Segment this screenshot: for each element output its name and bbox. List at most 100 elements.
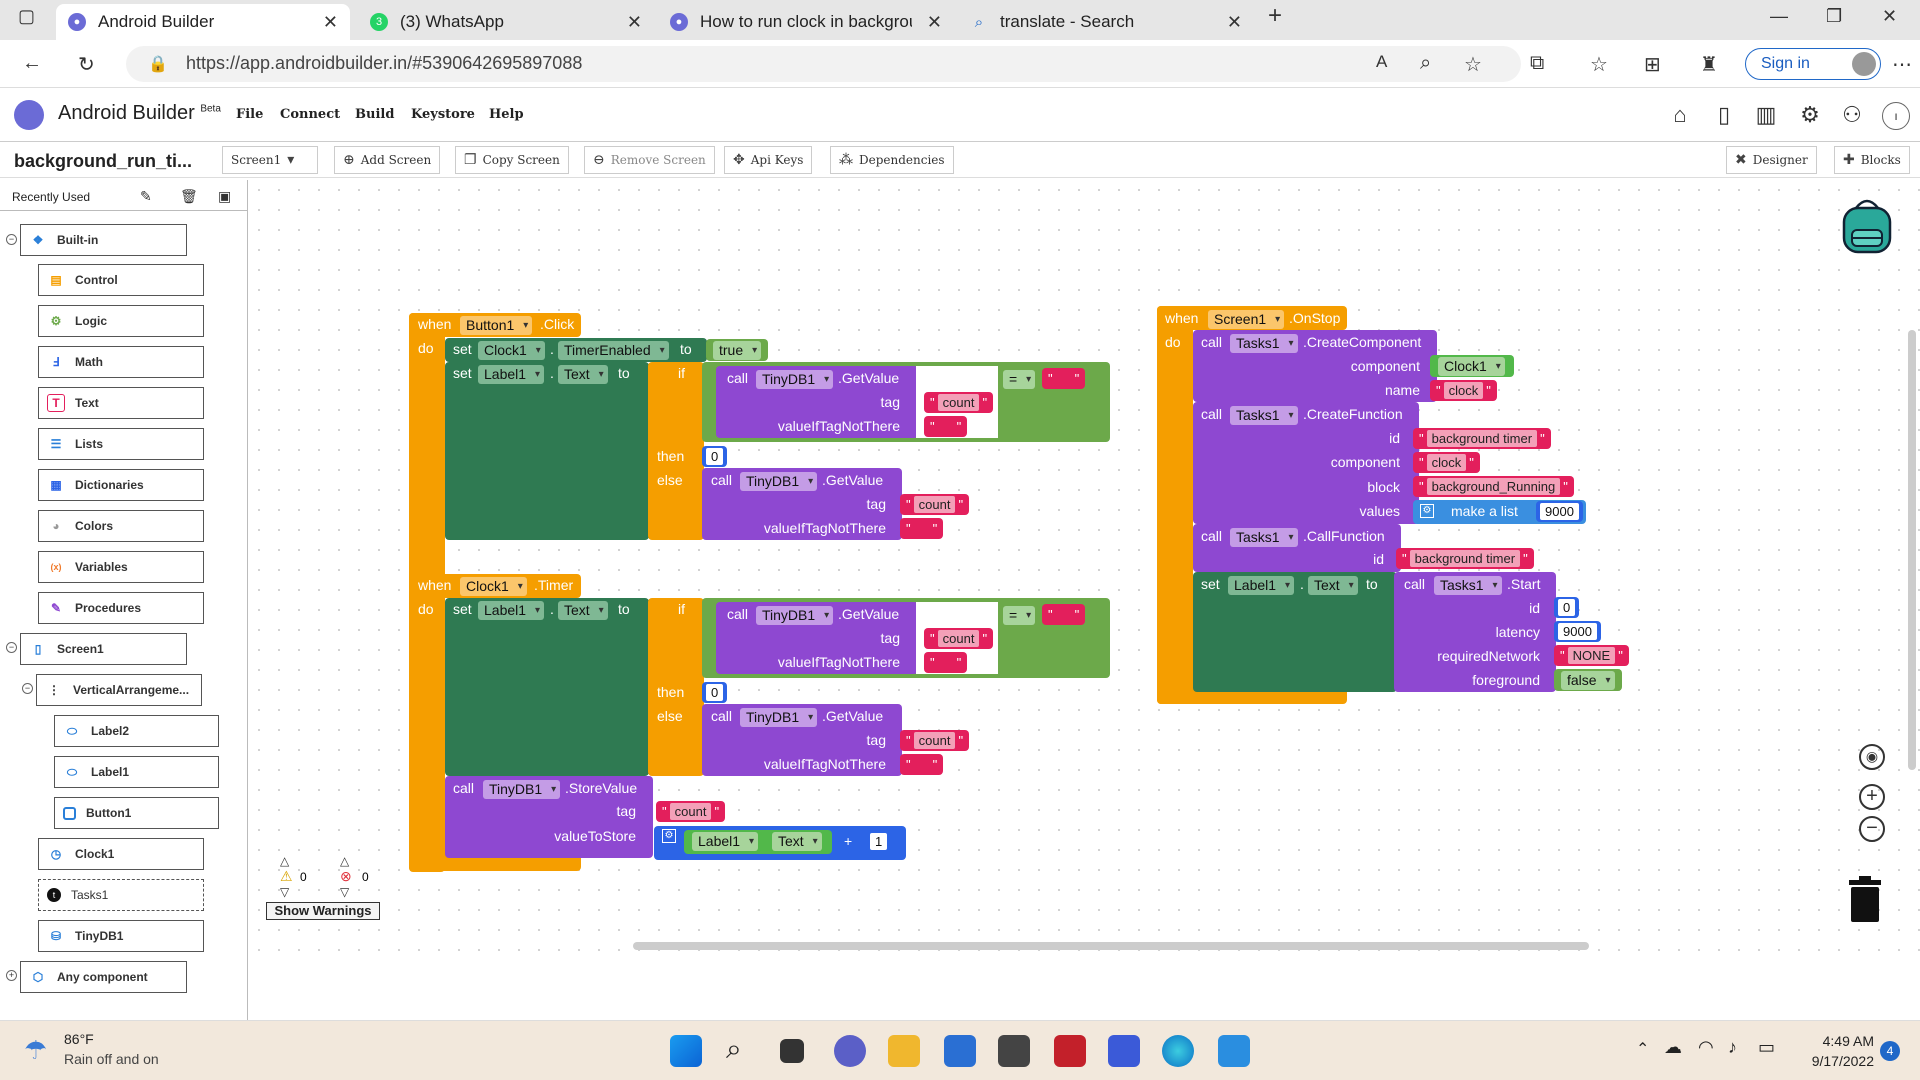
string-value[interactable]: background_Running <box>1426 478 1561 495</box>
number-value[interactable]: 0 <box>1558 599 1576 616</box>
menu-connect[interactable]: Connect <box>280 107 340 122</box>
tree-lists[interactable]: ☰ Lists <box>38 428 204 460</box>
vertical-scrollbar[interactable] <box>1908 330 1916 770</box>
tab-translate-search[interactable]: ⌕ translate - Search ✕ <box>958 4 1254 40</box>
tree-tasks1[interactable]: t Tasks1 <box>38 879 204 911</box>
app-icon[interactable] <box>998 1035 1030 1067</box>
tree-logic[interactable]: ⚙ Logic <box>38 305 204 337</box>
show-warnings-button[interactable]: Show Warnings <box>266 902 380 920</box>
text-empty-block[interactable]: " " <box>900 754 944 775</box>
onedrive-icon[interactable]: ☁ <box>1664 1037 1682 1058</box>
collapse-builtin-icon[interactable]: − <box>6 234 17 245</box>
tree-text[interactable]: T Text <box>38 387 204 419</box>
shield-icon[interactable]: ♜ <box>1700 52 1718 77</box>
component-dropdown[interactable]: Label1 <box>692 832 759 851</box>
collapse-screen-icon[interactable]: − <box>6 642 17 653</box>
file-explorer-icon[interactable] <box>888 1035 920 1067</box>
component-dropdown[interactable]: Tasks1 <box>1230 334 1298 353</box>
component-dropdown[interactable]: Clock1 <box>478 341 545 360</box>
text-empty-block[interactable]: " " <box>1042 604 1086 625</box>
battery-icon[interactable]: ▭ <box>1758 1037 1775 1058</box>
tab-actions-icon[interactable]: ▢ <box>18 6 35 27</box>
close-tab-icon[interactable]: ✕ <box>1227 12 1242 33</box>
app-icon[interactable] <box>1108 1035 1140 1067</box>
photos-icon[interactable] <box>1218 1035 1250 1067</box>
property-dropdown[interactable]: Text <box>772 832 822 851</box>
previous-warning-icon[interactable]: △ <box>280 854 289 868</box>
tree-variables[interactable]: (x) Variables <box>38 551 204 583</box>
home-icon[interactable]: ⌂ <box>1666 102 1694 130</box>
tree-math[interactable]: Ⅎ Math <box>38 346 204 378</box>
component-dropdown[interactable]: TinyDB1 <box>756 370 834 389</box>
number-value[interactable]: 9000 <box>1540 503 1579 520</box>
tree-builtin[interactable]: ❖ Built-in <box>20 224 187 256</box>
chevron-up-icon[interactable]: ⌃ <box>1636 1039 1649 1059</box>
number-value[interactable]: 1 <box>870 833 888 850</box>
text-count-block[interactable]: " count " <box>900 494 970 515</box>
url-text[interactable]: https://app.androidbuilder.in/#539064269… <box>186 53 582 74</box>
component-dropdown[interactable]: Tasks1 <box>1434 576 1502 595</box>
new-tab-icon[interactable]: + <box>1268 2 1282 30</box>
expand-any-component-icon[interactable]: + <box>6 970 17 981</box>
text-empty-block[interactable]: " " <box>1042 368 1086 389</box>
tree-label1[interactable]: ⬭ Label1 <box>54 756 219 788</box>
component-dropdown[interactable]: TinyDB1 <box>740 472 818 491</box>
menu-keystore[interactable]: Keystore <box>411 107 475 122</box>
string-value[interactable]: NONE <box>1567 647 1616 664</box>
text-count-block[interactable]: " count " <box>656 801 726 822</box>
store-icon[interactable] <box>944 1035 976 1067</box>
tab-android-builder[interactable]: ● Android Builder ✕ <box>56 4 350 40</box>
tree-label2[interactable]: ⬭ Label2 <box>54 715 219 747</box>
volume-icon[interactable]: ♪ <box>1728 1037 1737 1058</box>
number-block[interactable]: 0 <box>702 446 728 467</box>
number-value[interactable]: 9000 <box>1558 623 1597 640</box>
tree-dictionaries[interactable]: ▦ Dictionaries <box>38 469 204 501</box>
system-clock[interactable]: 4:49 AM 9/17/2022 <box>1794 1031 1874 1071</box>
tree-vertical-arrangement[interactable]: ⋮ VerticalArrangeme... <box>36 674 202 706</box>
mutator-gear-icon[interactable]: ⚙ <box>1420 504 1434 518</box>
tree-button1[interactable]: Button1 <box>54 797 219 829</box>
favorite-add-icon[interactable]: ☆ <box>1464 52 1482 77</box>
copy-screen-button[interactable]: ❐ Copy Screen <box>455 146 569 174</box>
maximize-icon[interactable]: ❐ <box>1826 6 1842 27</box>
property-dropdown[interactable]: Text <box>1308 576 1358 595</box>
tree-tinydb1[interactable]: ⛁ TinyDB1 <box>38 920 204 952</box>
sign-in-button[interactable]: Sign in <box>1745 48 1881 80</box>
text-none-block[interactable]: " NONE " <box>1554 645 1629 666</box>
component-dropdown[interactable]: Clock1 <box>1438 357 1505 376</box>
screen-select[interactable]: Screen1 ▾ <box>222 146 318 174</box>
previous-error-icon[interactable]: △ <box>340 854 349 868</box>
component-dropdown[interactable]: TinyDB1 <box>756 606 834 625</box>
collections-icon[interactable]: ⊞ <box>1644 52 1661 77</box>
book-icon[interactable]: ▥ <box>1752 102 1780 130</box>
property-dropdown[interactable]: Text <box>558 365 608 384</box>
number-block[interactable]: 0 <box>702 682 728 703</box>
community-icon[interactable]: ⚇ <box>1838 102 1866 130</box>
blocks-button[interactable]: ✚ Blocks <box>1834 146 1910 174</box>
number-block[interactable]: 0 <box>1554 597 1580 618</box>
component-dropdown[interactable]: Label1 <box>1228 576 1295 595</box>
close-tab-icon[interactable]: ✕ <box>627 12 642 33</box>
horizontal-scrollbar[interactable] <box>633 942 1589 950</box>
start-icon[interactable] <box>670 1035 702 1067</box>
tree-screen1[interactable]: ▯ Screen1 <box>20 633 187 665</box>
menu-help[interactable]: Help <box>489 107 524 122</box>
designer-button[interactable]: ✖ Designer <box>1726 146 1817 174</box>
text-clock-block[interactable]: " clock " <box>1413 452 1480 473</box>
mcafee-icon[interactable] <box>1054 1035 1086 1067</box>
text-empty-block[interactable]: " " <box>924 652 968 673</box>
string-value[interactable]: count <box>937 394 980 411</box>
component-dropdown[interactable]: TinyDB1 <box>483 780 561 799</box>
text-background-timer-block[interactable]: " background timer " <box>1396 548 1534 569</box>
text-count-block[interactable]: " count " <box>900 730 970 751</box>
recenter-icon[interactable]: ◉ <box>1859 744 1885 770</box>
component-dropdown[interactable]: Screen1 <box>1208 310 1285 329</box>
text-background-timer-block[interactable]: " background timer " <box>1413 428 1551 449</box>
back-icon[interactable]: ← <box>22 52 42 75</box>
minimize-icon[interactable]: — <box>1770 6 1788 27</box>
tree-any-component[interactable]: ⬡ Any component <box>20 961 187 993</box>
zoom-out-icon[interactable]: − <box>1859 816 1885 842</box>
string-value[interactable]: clock <box>1443 382 1484 399</box>
component-dropdown[interactable]: Tasks1 <box>1230 406 1298 425</box>
next-warning-icon[interactable]: ▽ <box>280 885 289 899</box>
